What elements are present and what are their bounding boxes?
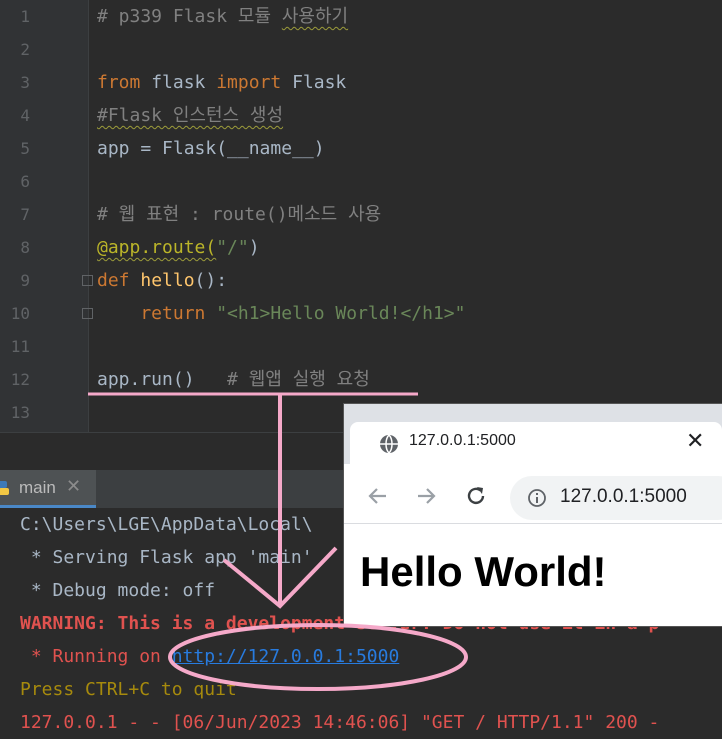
address-bar-url[interactable]: 127.0.0.1:5000	[560, 486, 687, 508]
code-line-10[interactable]: return "<h1>Hello World!</h1>"	[97, 297, 465, 330]
code-text: Flask	[281, 72, 347, 93]
code-line-4[interactable]: #Flask 인스턴스 생성	[97, 99, 283, 132]
console-line: * Debug mode: off	[20, 580, 216, 601]
line-number: 7	[20, 205, 30, 224]
line-number: 1	[20, 7, 30, 26]
browser-tab-title: 127.0.0.1:5000	[409, 432, 516, 449]
keyword: def	[97, 270, 130, 291]
line-number: 5	[20, 139, 30, 158]
string-literal: "/"	[216, 237, 249, 258]
back-arrow-icon[interactable]	[366, 484, 390, 508]
code-text: ():	[194, 270, 228, 291]
line-number: 6	[20, 172, 30, 191]
console-line: C:\Users\LGE\AppData\Local\	[20, 514, 313, 535]
line-number: 2	[20, 40, 30, 59]
page-heading: Hello World!	[360, 548, 607, 595]
comment-text: 사용하기	[281, 6, 349, 27]
reload-icon[interactable]	[464, 484, 488, 508]
browser-window: 127.0.0.1:5000 ✕ 127.0.0.1:5000 Hello Wo…	[344, 404, 722, 626]
console-line: * Running on http://127.0.0.1:5000	[20, 640, 399, 673]
globe-icon	[380, 434, 398, 454]
comment-text: #Flask 인스턴스 생성	[97, 105, 284, 126]
comment-text: # p339 Flask 모듈	[97, 6, 282, 27]
forward-arrow-icon[interactable]	[414, 484, 438, 508]
code-text: )	[248, 237, 260, 258]
line-number: 13	[10, 403, 30, 422]
console-line: * Serving Flask app 'main'	[20, 547, 313, 568]
browser-tab[interactable]	[350, 422, 722, 464]
code-text: flask	[140, 72, 217, 93]
line-number: 12	[10, 370, 30, 389]
line-number: 4	[20, 106, 30, 125]
code-line-5[interactable]: app = Flask(__name__)	[97, 132, 325, 165]
code-line-12[interactable]: app.run() # 웹앱 실행 요청	[97, 363, 370, 396]
keyword: from	[97, 72, 141, 93]
console-line: 127.0.0.1 - - [06/Jun/2023 14:46:06] "GE…	[20, 712, 660, 733]
keyword: return	[97, 303, 206, 324]
info-icon[interactable]	[527, 488, 547, 508]
line-number: 9	[20, 271, 30, 290]
line-number: 8	[20, 238, 30, 257]
line-number: 10	[10, 304, 30, 323]
server-url-link[interactable]: http://127.0.0.1:5000	[172, 646, 400, 667]
code-line-8[interactable]: @app.route("/")	[97, 231, 260, 264]
fold-marker-icon[interactable]	[82, 275, 93, 286]
gutter-divider	[88, 0, 89, 432]
line-number: 3	[20, 73, 30, 92]
code-line-7[interactable]: # 웹 표현 : route()메소드 사용	[97, 198, 381, 231]
keyword: import	[216, 72, 282, 93]
run-tab-label: main	[19, 478, 56, 497]
function-name: hello	[129, 270, 195, 291]
code-text: app = Flask(__name__)	[97, 138, 325, 159]
code-line-1[interactable]: # p339 Flask 모듈 사용하기	[97, 0, 348, 33]
string-literal: "<h1>Hello World!</h1>"	[205, 303, 466, 324]
close-icon[interactable]: ✕	[686, 428, 704, 454]
code-text: app.run()	[97, 369, 195, 390]
decorator: @app.route(	[97, 237, 217, 258]
comment-text: # 웹앱 실행 요청	[194, 369, 370, 390]
run-tab-main[interactable]: main ✕	[0, 470, 96, 508]
fold-marker-icon[interactable]	[82, 308, 93, 319]
comment-text: # 웹 표현 : route()메소드 사용	[97, 204, 382, 225]
line-number: 11	[10, 337, 30, 356]
code-line-9[interactable]: def hello():	[97, 264, 227, 297]
close-icon[interactable]: ✕	[66, 476, 81, 497]
console-text: * Running on	[20, 646, 172, 667]
code-line-3[interactable]: from flask import Flask	[97, 66, 346, 99]
python-icon	[0, 481, 9, 495]
console-line: Press CTRL+C to quit	[20, 679, 237, 700]
